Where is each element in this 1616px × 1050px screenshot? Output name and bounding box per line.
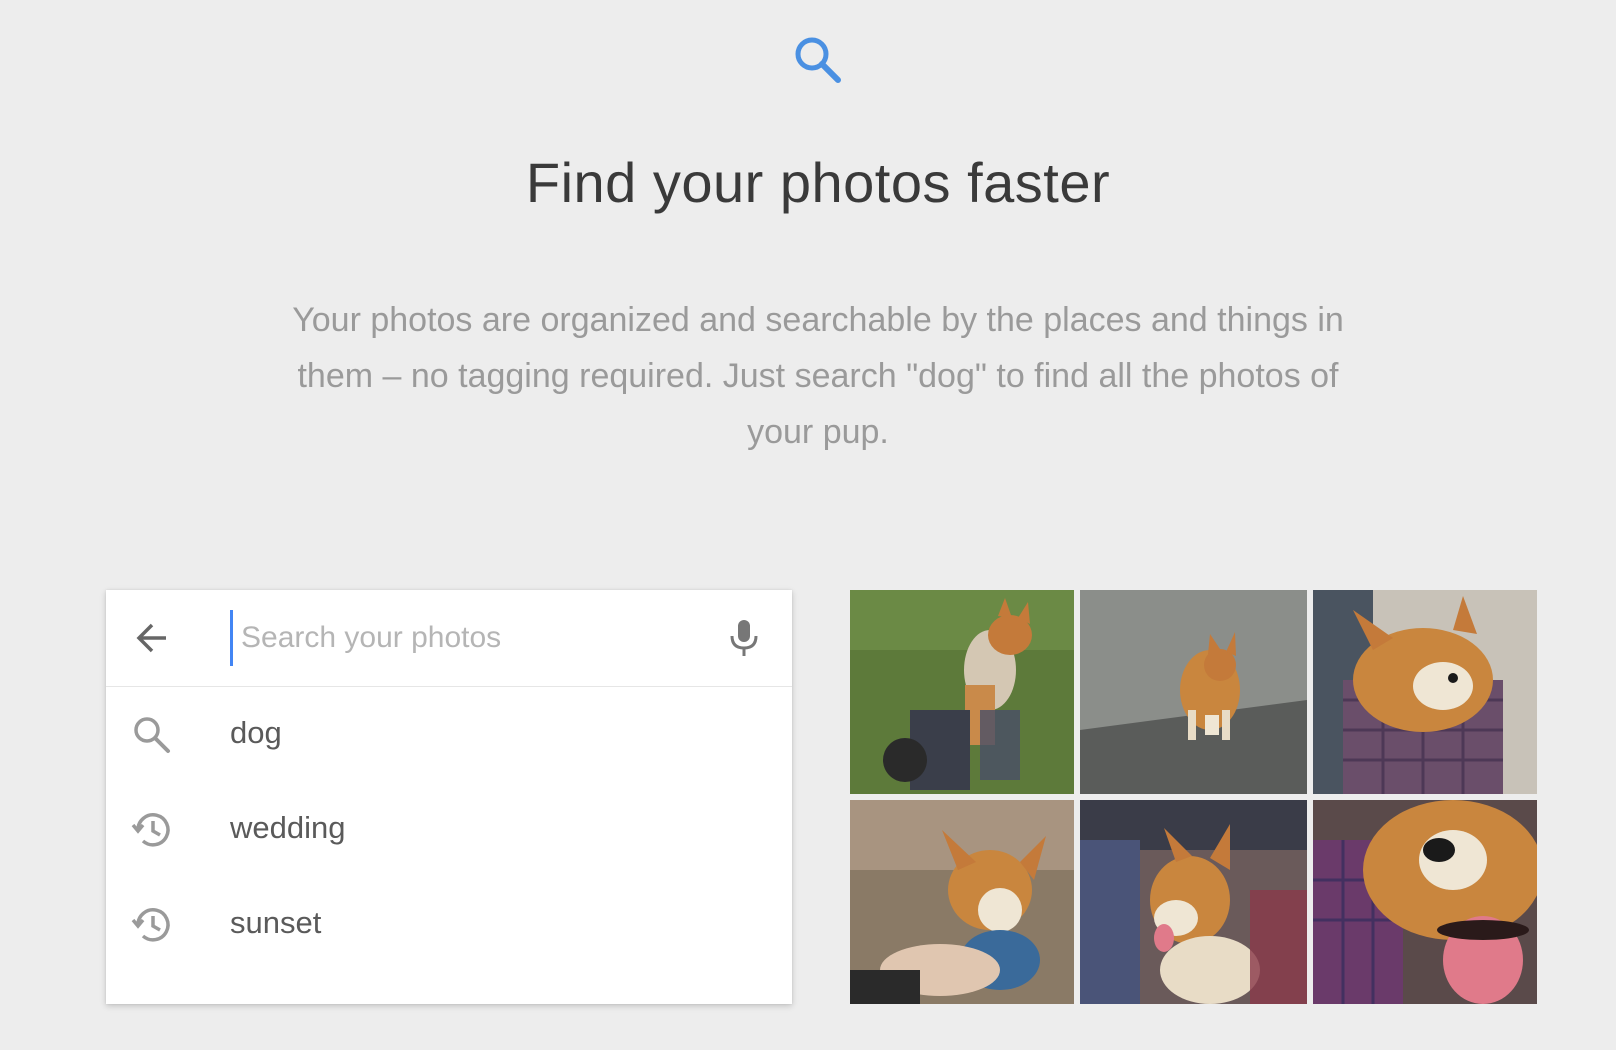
suggestion-item-sunset[interactable]: sunset bbox=[106, 877, 792, 972]
photo-corgi-held-in-plaid-shirt[interactable] bbox=[1313, 590, 1537, 794]
suggestion-label: sunset bbox=[230, 905, 322, 940]
search-icon bbox=[788, 30, 848, 90]
arrow-back-icon[interactable] bbox=[132, 618, 172, 658]
suggestion-label: wedding bbox=[230, 810, 346, 845]
history-icon bbox=[130, 903, 174, 947]
page-description: Your photos are organized and searchable… bbox=[292, 301, 1344, 451]
search-input[interactable] bbox=[230, 610, 710, 666]
search-bar bbox=[106, 590, 792, 687]
suggestion-item-wedding[interactable]: wedding bbox=[106, 782, 792, 877]
photo-corgi-on-lap[interactable] bbox=[1080, 800, 1307, 1004]
suggestion-label: dog bbox=[230, 715, 282, 750]
search-panel: dog wedding sunset bbox=[106, 590, 792, 1004]
suggestion-item-dog[interactable]: dog bbox=[106, 687, 792, 782]
photo-grid bbox=[850, 590, 1538, 1004]
photo-corgi-jumping-on-grass[interactable] bbox=[850, 590, 1074, 794]
page-title: Find your photos faster bbox=[525, 151, 1111, 214]
photo-corgi-closeup-tongue[interactable] bbox=[1313, 800, 1537, 1004]
photo-corgi-playing-with-toy[interactable] bbox=[850, 800, 1074, 1004]
microphone-icon[interactable] bbox=[722, 616, 766, 660]
history-icon bbox=[130, 808, 174, 852]
search-icon bbox=[130, 713, 174, 757]
photo-corgi-on-pavement[interactable] bbox=[1080, 590, 1307, 794]
